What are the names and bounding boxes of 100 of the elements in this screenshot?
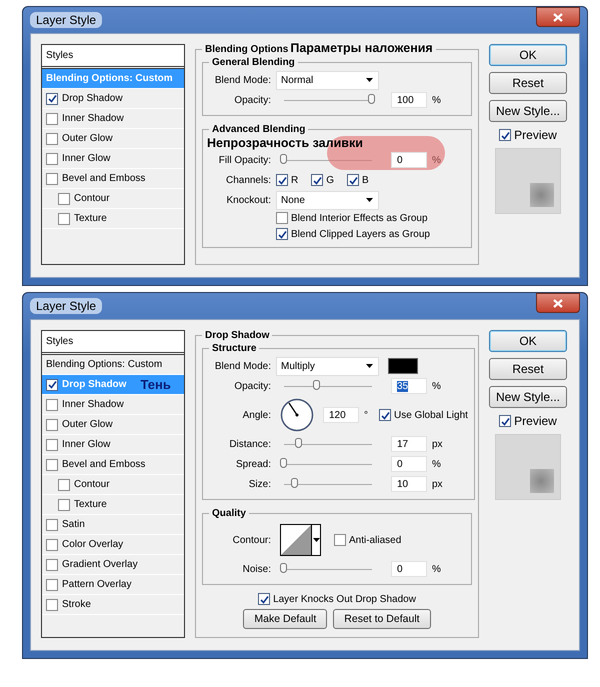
input-field[interactable]: 17 [391,436,427,452]
checkbox-label[interactable]: R [291,174,298,186]
checkbox[interactable] [46,518,58,530]
input-field[interactable]: 120 [323,407,359,423]
sidebar-item[interactable]: Texture [42,209,184,229]
input-field[interactable]: 0 [391,561,427,577]
checkbox[interactable] [58,498,70,510]
slider-thumb[interactable] [280,563,287,573]
window-title: Layer Style [30,12,102,28]
slider-thumb[interactable] [294,438,302,448]
close-button[interactable] [536,293,580,313]
dropdown[interactable]: Multiply [276,356,379,376]
checkbox[interactable] [46,378,58,390]
checkbox[interactable] [46,418,58,430]
checkbox[interactable] [58,212,70,224]
checkbox[interactable] [347,174,360,186]
checkbox-label[interactable]: Blend Clipped Layers as Group [291,228,430,240]
checkbox[interactable] [46,132,58,144]
checkbox[interactable] [334,534,346,546]
sidebar-item[interactable]: Outer Glow [42,129,184,149]
checkbox[interactable] [276,212,288,224]
sidebar-item[interactable]: Pattern Overlay [42,575,184,595]
sidebar-item[interactable]: Color Overlay [42,535,184,555]
checkbox[interactable] [58,478,70,490]
checkbox[interactable] [46,438,58,450]
color-swatch[interactable] [388,358,418,374]
unit-label: ° [364,410,369,420]
checkbox[interactable] [46,92,58,104]
sidebar-item[interactable]: Inner Glow [42,435,184,455]
sidebar-item[interactable]: Drop Shadow Тень [42,375,184,395]
checkbox[interactable] [311,174,324,186]
checkbox-label[interactable]: Preview [514,414,557,428]
dropdown[interactable]: Normal [276,70,379,90]
contour-picker[interactable] [280,524,321,556]
input-field[interactable]: 0 [391,456,427,472]
checkbox-label[interactable]: Anti-aliased [349,534,402,546]
sidebar-item[interactable]: Texture [42,495,184,515]
sidebar-item[interactable]: Outer Glow [42,415,184,435]
check-icon [278,176,286,184]
sidebar-item[interactable]: Contour [42,189,184,209]
checkbox-label[interactable]: B [362,174,369,186]
input-field[interactable]: 0 [391,152,427,168]
input-field[interactable]: 100 [391,92,427,108]
checkbox[interactable] [258,593,270,605]
close-button[interactable] [536,7,580,27]
checkbox[interactable] [499,415,512,427]
dialog-button[interactable]: New Style... [489,386,567,408]
checkbox-label[interactable]: Layer Knocks Out Drop Shadow [273,594,416,604]
sidebar-item[interactable]: Inner Glow [42,149,184,169]
checkbox[interactable] [379,409,391,421]
checkbox-label[interactable]: Preview [514,128,557,142]
checkbox[interactable] [46,458,58,470]
dialog-button[interactable]: Make Default [243,609,328,629]
checkbox[interactable] [499,129,512,141]
checkbox-label[interactable]: Blend Interior Effects as Group [291,212,428,224]
field-label: Opacity: [233,380,271,392]
dialog-button[interactable]: Reset [489,72,567,94]
close-icon [553,298,563,308]
checkbox[interactable] [46,558,58,570]
dialog-button[interactable]: OK [489,44,567,66]
slider-thumb[interactable] [368,94,375,104]
checkbox[interactable] [46,598,58,610]
sidebar-item[interactable]: Gradient Overlay [42,555,184,575]
checkbox[interactable] [46,578,58,590]
checkbox[interactable] [46,538,58,550]
preview-thumbnail [495,434,561,500]
group-title: Drop Shadow [205,330,270,341]
group-title: General Blending [212,57,295,68]
checkbox[interactable] [46,172,58,184]
sidebar-item[interactable]: Contour [42,475,184,495]
checkbox[interactable] [46,152,58,164]
sidebar-item[interactable]: Bevel and Emboss [42,169,184,189]
checkbox[interactable] [46,398,58,410]
checkbox-label[interactable]: Use Global Light [394,410,468,420]
list-header: Styles [42,45,184,69]
slider-thumb[interactable] [313,380,320,390]
field-label: Spread: [234,458,271,470]
sidebar-item[interactable]: Bevel and Emboss [42,455,184,475]
checkbox-label[interactable]: G [326,174,334,186]
checkbox[interactable] [46,112,58,124]
input-field[interactable]: 35 [391,378,427,394]
sidebar-item[interactable]: Stroke [42,595,184,615]
check-icon [48,380,56,389]
dialog-button[interactable]: Reset to Default [333,609,431,629]
dialog-button[interactable]: OK [489,330,567,352]
dropdown[interactable]: None [276,190,379,210]
checkbox[interactable] [276,228,288,240]
input-field[interactable]: 10 [391,476,427,492]
checkbox[interactable] [58,192,70,204]
slider-thumb[interactable] [280,154,287,164]
sidebar-item[interactable]: Drop Shadow [42,89,184,109]
checkbox[interactable] [276,174,288,186]
sidebar-item[interactable]: Inner Shadow [42,395,184,415]
sidebar-item[interactable]: Inner Shadow [42,109,184,129]
sidebar-item[interactable]: Satin [42,515,184,535]
dialog-button[interactable]: New Style... [489,100,567,122]
window-title: Layer Style [30,298,102,314]
slider-thumb[interactable] [290,478,298,488]
slider-thumb[interactable] [280,458,287,468]
dialog-button[interactable]: Reset [489,358,567,380]
